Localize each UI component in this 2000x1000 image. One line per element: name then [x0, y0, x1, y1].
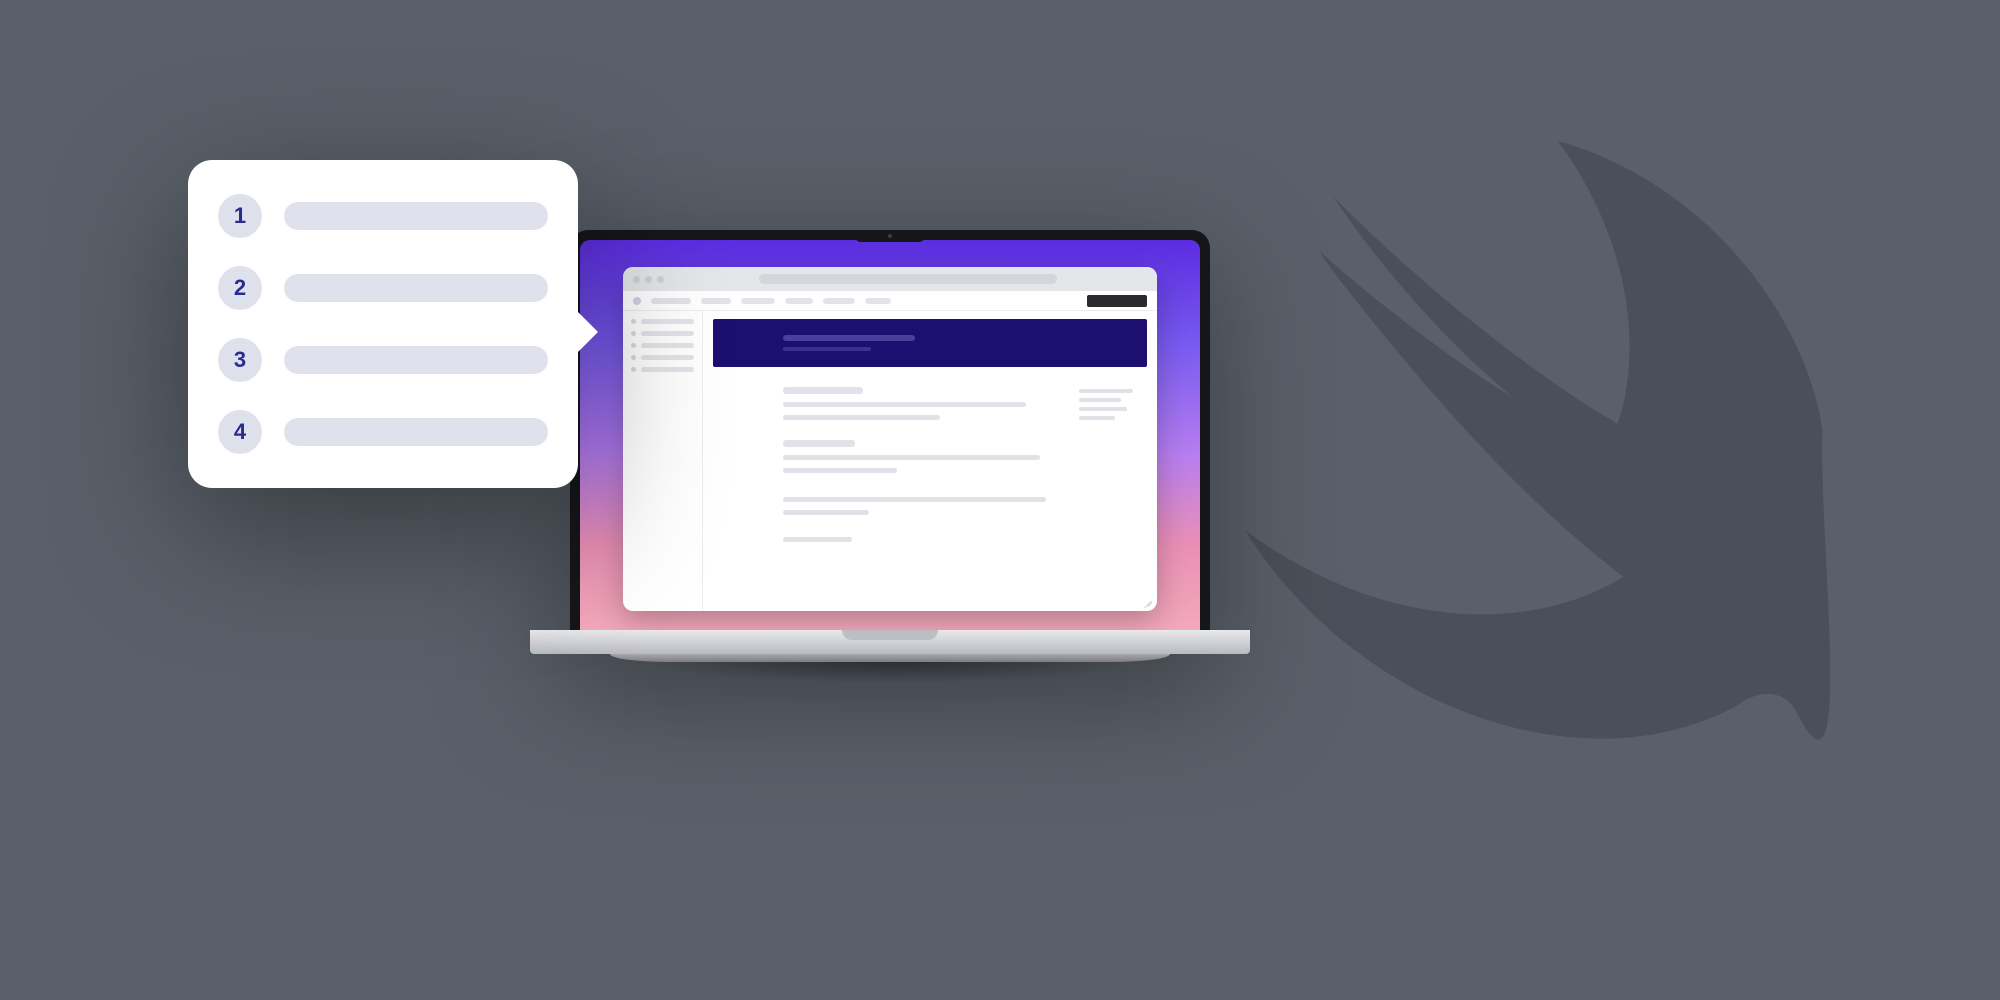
- laptop-illustration: [570, 230, 1210, 692]
- step-number-badge: 1: [218, 194, 262, 238]
- resize-handle-icon: [1143, 597, 1153, 607]
- step-text-placeholder: [284, 418, 548, 446]
- app-logo-icon: [633, 297, 641, 305]
- article-body-placeholder: [783, 387, 1068, 600]
- step-text-placeholder: [284, 346, 548, 374]
- steps-card: 1 2 3 4: [188, 160, 578, 488]
- nav-link-placeholder: [651, 298, 691, 304]
- step-number-badge: 4: [218, 410, 262, 454]
- laptop-base: [530, 630, 1250, 654]
- browser-toolbar: [623, 291, 1156, 311]
- window-close-icon: [633, 276, 640, 283]
- nav-link-placeholder: [785, 298, 813, 304]
- primary-button-placeholder: [1087, 295, 1147, 307]
- address-bar-placeholder: [759, 274, 1056, 284]
- laptop-foot: [610, 654, 1170, 662]
- aside-placeholder: [1079, 387, 1139, 600]
- nav-link-placeholder: [823, 298, 855, 304]
- step-row: 1: [218, 194, 548, 238]
- nav-link-placeholder: [701, 298, 731, 304]
- step-text-placeholder: [284, 202, 548, 230]
- swift-bird-icon: [1120, 40, 1880, 800]
- browser-window: [623, 267, 1156, 610]
- step-row: 3: [218, 338, 548, 382]
- browser-sidebar: [623, 311, 703, 610]
- nav-link-placeholder: [741, 298, 775, 304]
- step-row: 2: [218, 266, 548, 310]
- laptop-notch: [855, 230, 925, 242]
- step-row: 4: [218, 410, 548, 454]
- window-zoom-icon: [657, 276, 664, 283]
- step-number-badge: 3: [218, 338, 262, 382]
- step-number-badge: 2: [218, 266, 262, 310]
- hero-banner: [713, 319, 1146, 367]
- browser-main: [703, 311, 1156, 610]
- nav-link-placeholder: [865, 298, 891, 304]
- step-text-placeholder: [284, 274, 548, 302]
- window-minimize-icon: [645, 276, 652, 283]
- browser-titlebar: [623, 267, 1156, 291]
